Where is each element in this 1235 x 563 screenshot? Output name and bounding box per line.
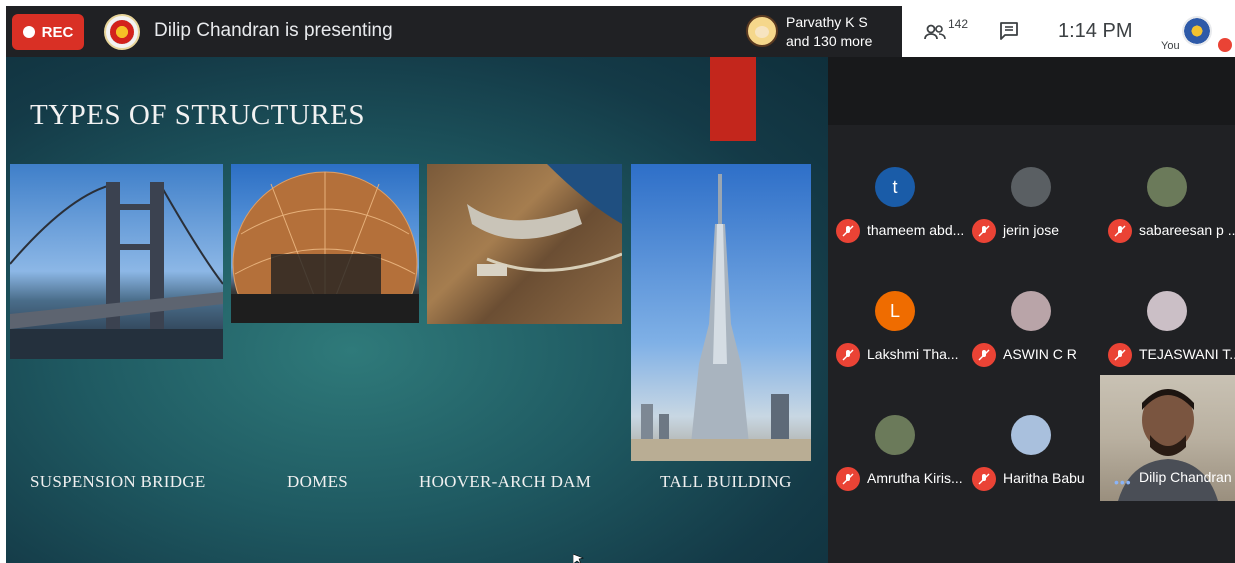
participant-name: sabareesan p ... [1139,222,1235,238]
people-icon [924,24,946,40]
clock: 1:14 PM [1058,20,1133,42]
muted-mic-icon [836,467,860,491]
self-avatar[interactable] [1182,16,1212,46]
you-label: You [1161,40,1180,52]
caption-domes: DOMES [287,472,349,491]
participant-tile[interactable]: sabareesan p ... [1100,127,1235,251]
viewer-name: Parvathy K S [786,14,868,30]
chat-icon [1000,22,1018,40]
suspension-bridge-image [10,164,223,359]
presenting-status: Dilip Chandran is presenting [154,20,393,41]
participant-avatar [1147,167,1187,207]
participant-avatar [1011,167,1051,207]
participant-avatar [875,415,915,455]
muted-mic-icon [1108,343,1132,367]
meet-window: REC Dilip Chandran is presenting Parvath… [6,6,1235,563]
participant-avatar [1011,291,1051,331]
top-bar: REC Dilip Chandran is presenting Parvath… [6,6,1235,57]
participant-name: TEJASWANI T... [1139,346,1235,362]
muted-mic-icon [836,219,860,243]
record-dot-icon [22,26,35,38]
muted-mic-icon [972,219,996,243]
muted-mic-icon [972,343,996,367]
speaking-indicator-icon: ••• [1114,474,1132,490]
tall-building-image [631,164,811,461]
participant-avatar: t [875,167,915,207]
dome-image [231,164,419,323]
crest-icon [110,20,134,44]
viewer-avatar [746,15,778,47]
caption-hoover-arch-dam: HOOVER-ARCH DAM [419,472,592,491]
participant-tile[interactable]: Amrutha Kiris... [828,375,963,499]
caption-suspension-bridge: SUSPENSION BRIDGE [30,472,206,491]
participant-tile[interactable]: TEJASWANI T... [1100,251,1235,375]
participant-tile[interactable]: L Lakshmi Tha... [828,251,963,375]
slide-accent-bar [710,57,756,141]
participant-tile[interactable]: ASWIN C R [964,251,1099,375]
participant-avatar [1011,415,1051,455]
muted-mic-icon [1108,219,1132,243]
chat-button[interactable] [998,20,1022,44]
participant-name: ASWIN C R [1003,346,1077,362]
participant-name: Amrutha Kiris... [867,470,963,486]
caption-tall-building: TALL BUILDING [660,472,792,491]
participant-avatar [1147,291,1187,331]
active-video-tile[interactable]: ••• Dilip Chandran [1100,375,1235,501]
hoover-dam-image [427,164,622,324]
mouse-pointer-icon [573,554,584,563]
participant-avatar: L [875,291,915,331]
grid-header-area [828,57,1235,125]
participant-name: thameem abd... [867,222,965,238]
participant-tile[interactable]: t thameem abd... [828,127,965,251]
participant-tile[interactable]: Haritha Babu [964,375,1099,499]
participant-name: jerin jose [1003,222,1060,238]
viewer-more: and 130 more [786,33,873,49]
participant-tile[interactable]: jerin jose [964,127,1099,251]
self-muted-mic-icon [1218,38,1232,52]
presenter-avatar [104,14,140,50]
participant-grid: t thameem abd... jerin jose sabareesan p… [828,57,1235,563]
muted-mic-icon [836,343,860,367]
meeting-controls: 142 1:14 PM You [902,6,1235,57]
participant-name: Haritha Babu [1003,470,1085,486]
recording-badge[interactable]: REC [12,14,84,50]
recording-label: REC [41,23,74,41]
participant-name: Lakshmi Tha... [867,346,959,362]
people-count: 142 [948,17,969,31]
presentation-slide: TYPES OF STRUCTURES SUSPENSION BRIDGE DO… [6,57,828,563]
slide-title: TYPES OF STRUCTURES [30,99,366,131]
participant-name: Dilip Chandran [1139,469,1232,485]
people-button[interactable]: 142 [924,17,969,46]
muted-mic-icon [972,467,996,491]
viewers-summary[interactable]: Parvathy K S and 130 more [738,8,908,56]
